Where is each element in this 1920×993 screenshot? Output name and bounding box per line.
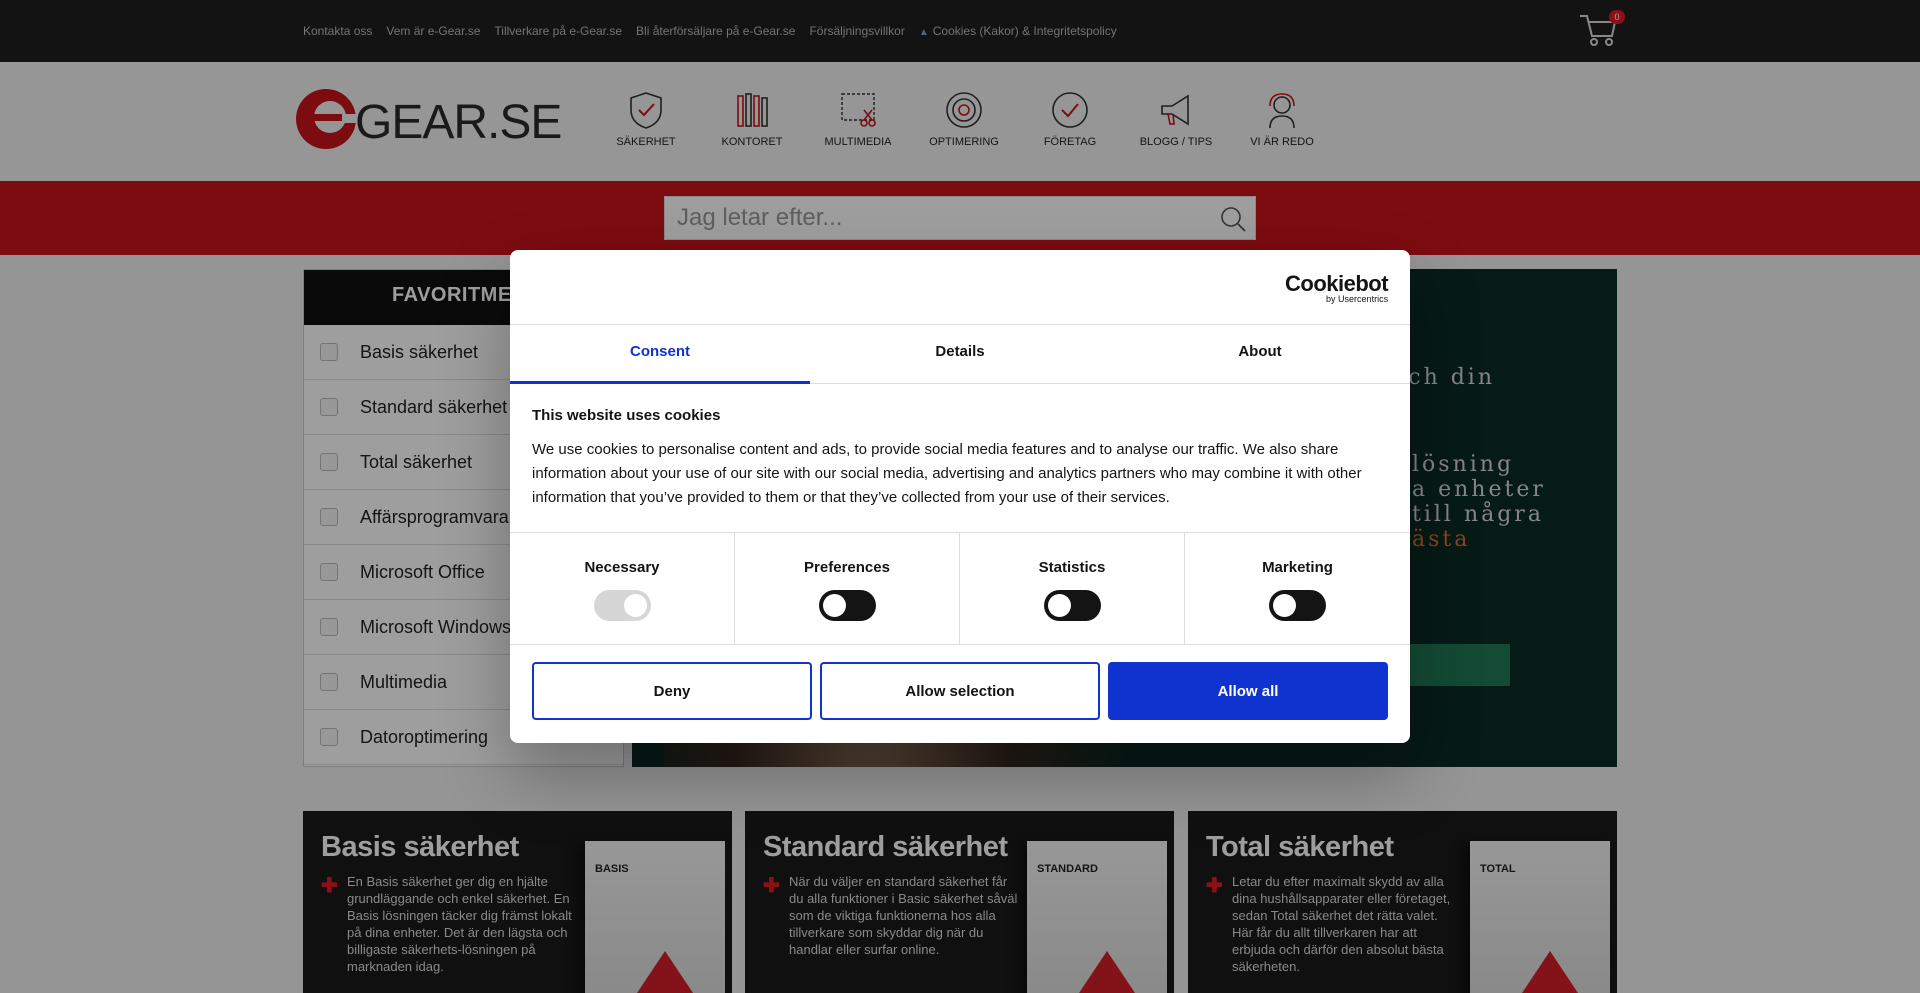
dialog-tabs: Consent Details About — [510, 325, 1410, 384]
toggle-label: Necessary — [584, 559, 660, 576]
cookiebot-brand: Cookiebot — [1285, 271, 1389, 296]
cookie-consent-dialog: Cookiebot by Usercentrics Consent Detail… — [510, 250, 1410, 743]
deny-button[interactable]: Deny — [532, 662, 812, 720]
toggle-marketing-group: Marketing — [1185, 533, 1410, 644]
toggle-preferences[interactable] — [818, 590, 876, 621]
tab-about[interactable]: About — [1110, 325, 1410, 383]
toggle-statistics-group: Statistics — [960, 533, 1185, 644]
allow-all-button[interactable]: Allow all — [1108, 662, 1388, 720]
dialog-body: This website uses cookies We use cookies… — [532, 407, 1392, 510]
toggle-statistics[interactable] — [1043, 590, 1101, 621]
dialog-heading: This website uses cookies — [532, 407, 721, 424]
cookie-toggles: Necessary Preferences Statistics Marketi… — [510, 532, 1410, 645]
dialog-buttons: Deny Allow selection Allow all — [532, 662, 1388, 720]
toggle-label: Marketing — [1262, 559, 1333, 576]
toggle-label: Statistics — [1038, 559, 1106, 576]
toggle-preferences-group: Preferences — [735, 533, 960, 644]
toggle-marketing[interactable] — [1269, 590, 1326, 621]
cookiebot-logo: Cookiebot by Usercentrics — [1285, 271, 1389, 305]
toggle-label: Preferences — [804, 559, 890, 576]
toggle-necessary-group: Necessary — [510, 533, 735, 644]
allow-selection-button[interactable]: Allow selection — [820, 662, 1100, 720]
tab-consent[interactable]: Consent — [510, 325, 810, 384]
dialog-header: Cookiebot by Usercentrics — [510, 250, 1410, 325]
toggle-necessary — [593, 590, 651, 621]
tab-details[interactable]: Details — [810, 325, 1110, 383]
dialog-text: We use cookies to personalise content an… — [532, 441, 1362, 506]
